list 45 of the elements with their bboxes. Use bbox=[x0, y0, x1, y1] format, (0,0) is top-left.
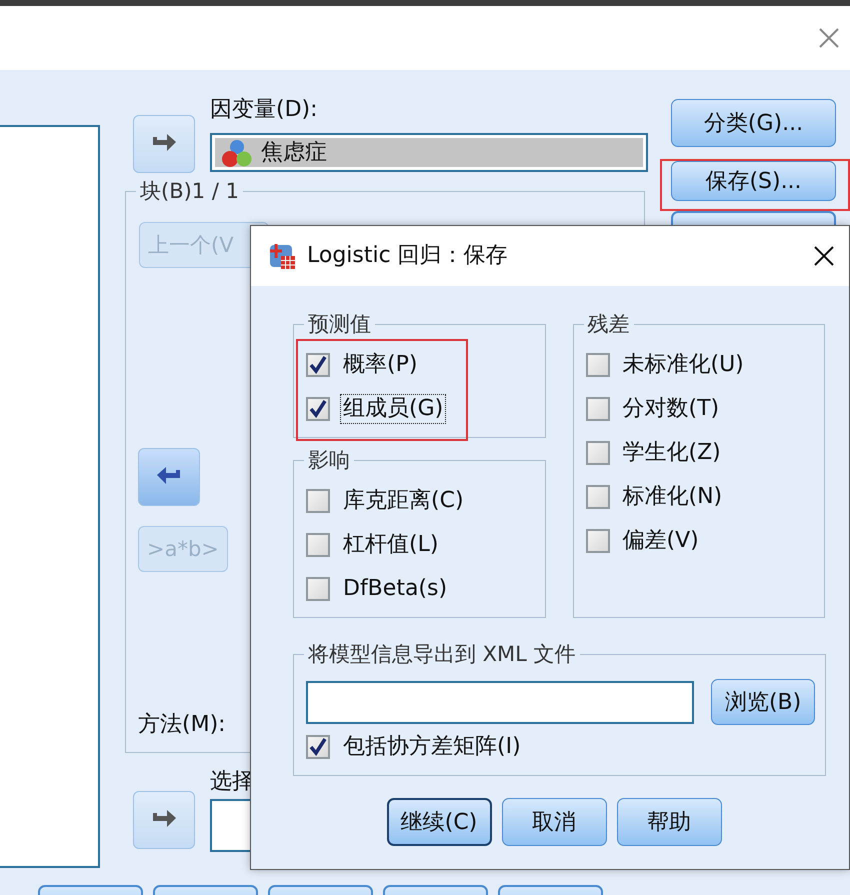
checkbox[interactable] bbox=[586, 397, 610, 421]
dialog-button[interactable]: 分类(G)... bbox=[671, 99, 836, 147]
file-path-field[interactable] bbox=[306, 680, 694, 724]
checkbox[interactable] bbox=[306, 353, 330, 377]
move-button[interactable] bbox=[138, 448, 200, 506]
checkbox-label[interactable]: 分对数(T) bbox=[620, 394, 722, 424]
checkbox-label[interactable]: 未标准化(U) bbox=[620, 350, 747, 380]
dependent-variable: 焦虑症 bbox=[261, 140, 327, 166]
checkbox[interactable] bbox=[306, 397, 330, 421]
group-title: 影响 bbox=[304, 447, 354, 473]
checkbox[interactable] bbox=[306, 489, 330, 513]
checkbox-label[interactable]: 概率(P) bbox=[340, 350, 420, 380]
checkbox-label[interactable]: 偏差(V) bbox=[620, 526, 702, 556]
checkbox[interactable] bbox=[586, 485, 610, 509]
dialog-button[interactable]: 保存(S)... bbox=[671, 161, 836, 201]
checkbox-label[interactable]: DfBeta(s) bbox=[340, 574, 450, 604]
checkbox-label[interactable]: 包括协方差矩阵(I) bbox=[340, 732, 524, 762]
dialog-button[interactable]: 继续(C) bbox=[386, 798, 492, 846]
close-icon[interactable] bbox=[813, 245, 835, 267]
checkbox[interactable] bbox=[306, 533, 330, 557]
checkbox-label[interactable]: 库克距离(C) bbox=[340, 486, 467, 516]
dependent-field[interactable]: 焦虑症 bbox=[210, 133, 648, 172]
dependent-label: 因变量(D): bbox=[210, 97, 319, 123]
checkbox[interactable] bbox=[586, 441, 610, 465]
block-label: 块(B)1 / 1 bbox=[136, 178, 243, 204]
dialog-title: Logistic 回归：保存 bbox=[307, 243, 509, 269]
checkbox-label[interactable]: 杠杆值(L) bbox=[340, 530, 442, 560]
browse-button[interactable]: 浏览(B) bbox=[711, 679, 815, 725]
group-title: 预测值 bbox=[304, 311, 375, 337]
method-label: 方法(M): bbox=[138, 712, 227, 738]
group-title: 将模型信息导出到 XML 文件 bbox=[304, 641, 580, 667]
dialog-button[interactable]: 取消 bbox=[502, 798, 606, 846]
checkbox[interactable] bbox=[306, 577, 330, 601]
checkbox-label[interactable]: 组成员(G) bbox=[340, 394, 446, 424]
move-button[interactable] bbox=[133, 115, 195, 173]
checkbox[interactable] bbox=[586, 529, 610, 553]
dialog-icon bbox=[267, 241, 297, 271]
nominal-variable-icon bbox=[221, 138, 253, 168]
variable-list[interactable] bbox=[0, 125, 100, 868]
checkbox-label[interactable]: 标准化(N) bbox=[620, 482, 726, 512]
checkbox[interactable] bbox=[586, 353, 610, 377]
checkbox-label[interactable]: 学生化(Z) bbox=[620, 438, 724, 468]
move-button[interactable] bbox=[133, 791, 195, 849]
checkbox[interactable] bbox=[306, 735, 330, 759]
dialog-button[interactable]: 帮助 bbox=[616, 798, 722, 846]
